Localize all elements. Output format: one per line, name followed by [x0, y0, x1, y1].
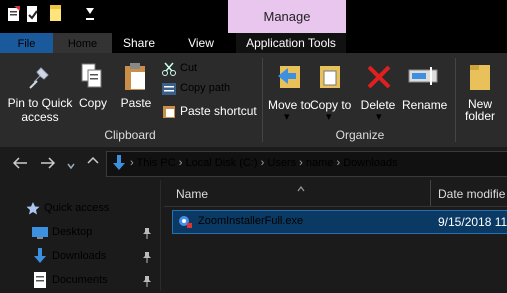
checkmark-icon[interactable]: [26, 5, 40, 23]
delete-dropdown-icon[interactable]: ▾: [376, 110, 382, 123]
breadcrumb-user-name[interactable]: name: [306, 157, 334, 169]
exe-icon: [178, 214, 192, 228]
breadcrumb-separator: ›: [299, 157, 303, 169]
breadcrumb-this-pc[interactable]: This PC: [137, 157, 176, 169]
cut-button[interactable]: Cut: [180, 62, 197, 74]
breadcrumb-separator: ›: [178, 157, 183, 169]
quick-access-nav-item[interactable]: Quick access: [44, 202, 109, 214]
copy-to-icon: [316, 62, 342, 92]
scissors-icon: [162, 62, 176, 76]
tab-file[interactable]: File: [0, 33, 53, 53]
pin-to-quick-access-button[interactable]: Pin to Quick access: [4, 96, 76, 124]
breadcrumb-separator: ›: [130, 157, 134, 169]
breadcrumb: › This PC › Local Disk (C:) › Users › na…: [130, 157, 398, 169]
nav-item-documents[interactable]: Documents: [52, 274, 108, 286]
file-date: 9/15/2018 11:: [438, 215, 507, 229]
pin-icon: [28, 64, 52, 90]
new-folder-quick-icon[interactable]: [48, 4, 62, 22]
breadcrumb-separator: ›: [336, 157, 341, 169]
organize-group-label: Organize: [335, 128, 385, 142]
rename-button[interactable]: Rename: [402, 98, 447, 112]
copy-path-button[interactable]: Copy path: [180, 82, 230, 94]
paste-button[interactable]: Paste: [118, 96, 154, 110]
column-divider[interactable]: [430, 180, 431, 206]
pane-divider[interactable]: [160, 180, 161, 291]
ribbon-separator: [455, 58, 456, 142]
paste-icon: [122, 62, 150, 92]
copy-icon: [80, 62, 104, 90]
customize-quick-access-icon[interactable]: [83, 4, 97, 24]
copy-path-icon: [162, 82, 176, 95]
tab-home-label: Home: [67, 38, 98, 50]
sort-chevron-icon: [296, 180, 306, 192]
window-title: Downloads: [362, 10, 422, 24]
properties-icon[interactable]: [7, 6, 21, 22]
pin-icon[interactable]: [142, 226, 152, 239]
move-to-icon: [276, 62, 302, 92]
star-icon: [26, 201, 40, 215]
pin-icon[interactable]: [142, 274, 152, 287]
ribbon-separator: [262, 58, 263, 142]
paste-shortcut-icon: [162, 104, 176, 118]
downloads-arrow-icon: [112, 154, 126, 172]
file-name: ZoomInstallerFull.exe: [198, 215, 304, 227]
downloads-icon: [34, 248, 46, 264]
documents-icon: [34, 272, 46, 288]
column-header-date-modified[interactable]: Date modifie: [438, 187, 505, 201]
recent-locations-chevron-icon[interactable]: [66, 158, 76, 170]
rename-icon: [408, 66, 442, 86]
tab-share[interactable]: Share: [112, 33, 166, 53]
paste-shortcut-button[interactable]: Paste shortcut: [180, 104, 257, 118]
breadcrumb-users[interactable]: Users: [267, 157, 296, 169]
clipboard-group-label: Clipboard: [104, 128, 156, 142]
new-folder-icon: [468, 62, 492, 92]
desktop-icon: [32, 226, 48, 239]
tab-manage[interactable]: Manage: [228, 0, 346, 33]
breadcrumb-separator: ›: [260, 157, 265, 169]
nav-item-downloads[interactable]: Downloads: [52, 250, 106, 262]
tab-home[interactable]: Home: [53, 33, 112, 53]
breadcrumb-local-disk[interactable]: Local Disk (C:): [185, 157, 257, 169]
up-arrow-icon[interactable]: [86, 155, 100, 171]
pin-icon[interactable]: [142, 250, 152, 263]
tab-file-label: File: [17, 38, 36, 50]
move-to-dropdown-icon[interactable]: ▾: [284, 110, 290, 123]
forward-arrow-icon[interactable]: [40, 156, 56, 170]
nav-item-desktop[interactable]: Desktop: [52, 226, 92, 238]
delete-icon: [366, 64, 392, 90]
back-arrow-icon[interactable]: [12, 156, 28, 170]
tab-application-tools[interactable]: Application Tools: [236, 33, 346, 53]
column-header-name[interactable]: Name: [176, 187, 208, 201]
tab-view[interactable]: View: [166, 33, 236, 53]
breadcrumb-downloads[interactable]: Downloads: [343, 157, 397, 169]
copy-button[interactable]: Copy: [76, 96, 110, 110]
copy-to-dropdown-icon[interactable]: ▾: [326, 110, 332, 123]
new-folder-button[interactable]: New folder: [460, 98, 500, 122]
